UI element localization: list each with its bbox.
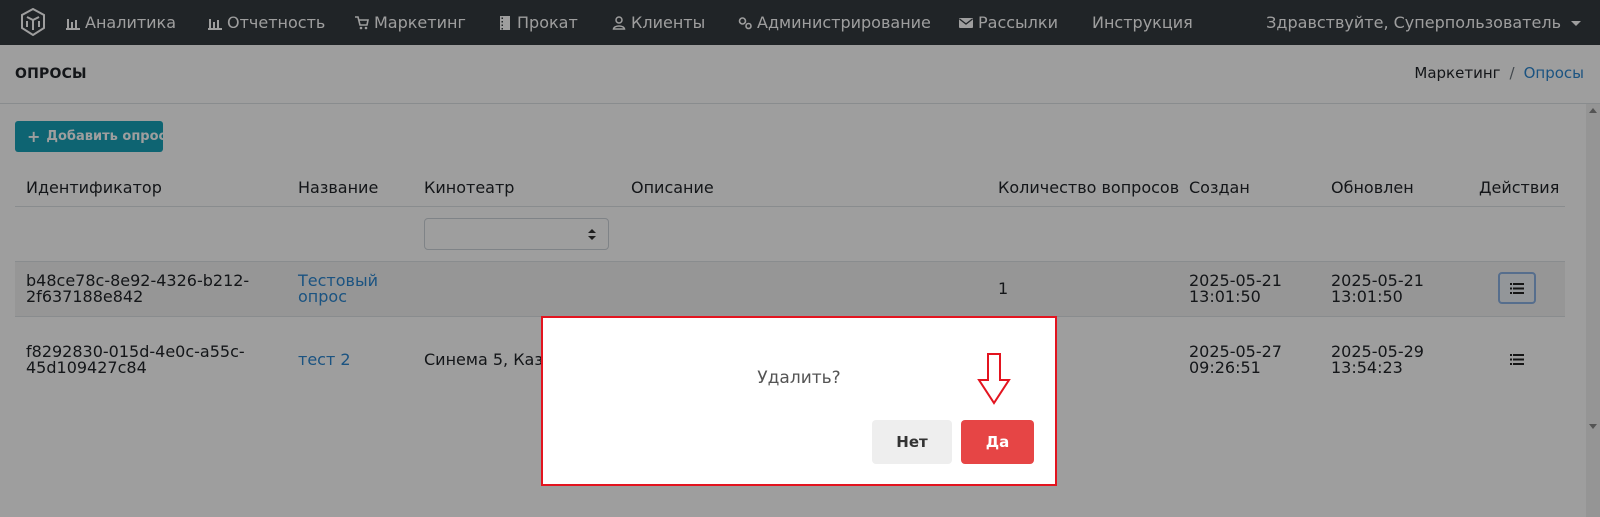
cancel-button[interactable]: Нет (872, 420, 952, 464)
confirm-delete-button[interactable]: Да (961, 420, 1034, 464)
down-arrow-icon (977, 353, 1011, 405)
delete-confirm-dialog: Удалить? Нет Да (541, 316, 1057, 486)
